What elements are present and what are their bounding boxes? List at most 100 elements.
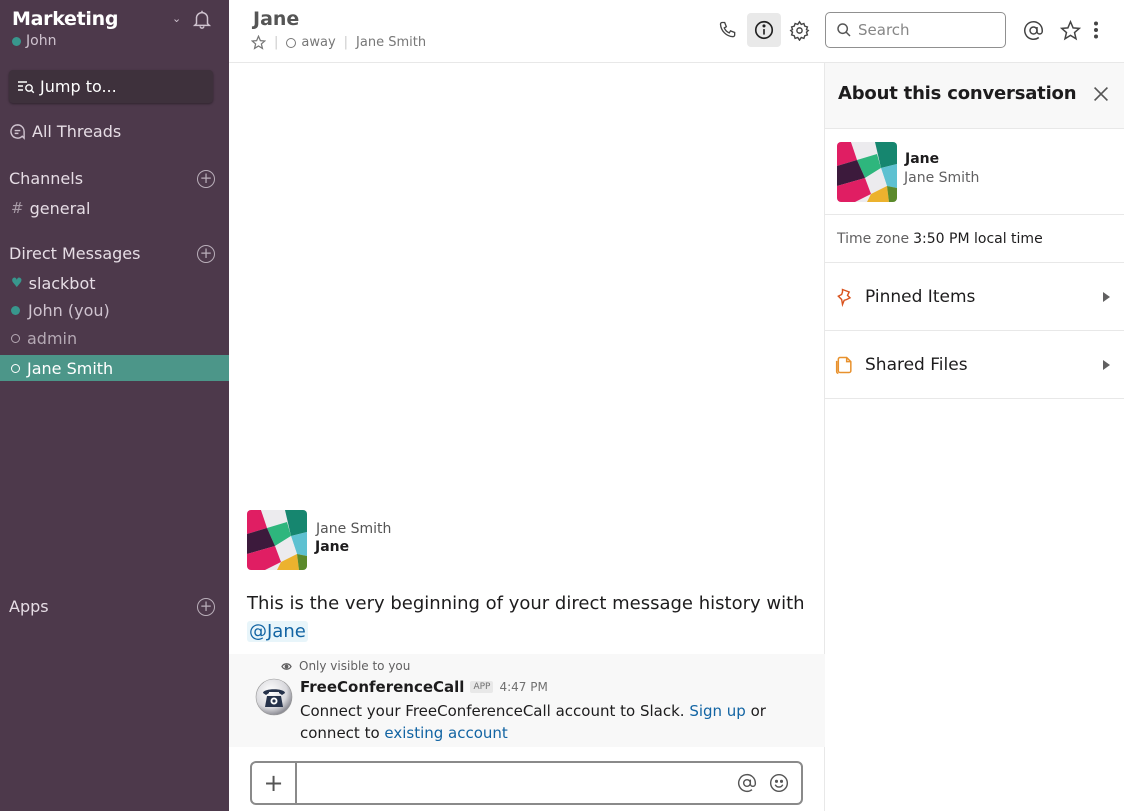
channels-section[interactable]: Channels + <box>9 169 215 188</box>
phone-icon <box>719 21 736 38</box>
conversation-details-panel: About this conversation Jane Jane Smith … <box>825 63 1124 811</box>
intro-text: This is the very beginning of your direc… <box>247 590 807 646</box>
bell-icon[interactable] <box>191 8 213 30</box>
conversation-details-button[interactable] <box>747 13 781 47</box>
divider: | <box>274 35 279 50</box>
star-icon[interactable] <box>251 35 266 50</box>
threads-icon <box>10 124 25 140</box>
sidebar-item-general[interactable]: # general <box>0 195 229 221</box>
dm-label: admin <box>27 328 78 348</box>
sidebar: Marketing ⌄ John Jump to... All Threads … <box>0 0 229 811</box>
channels-title[interactable]: Channels <box>9 169 83 188</box>
timezone-value: 3:50 PM local time <box>913 230 1043 247</box>
panel-title: About this conversation <box>838 83 1077 104</box>
online-status-icon <box>11 305 20 315</box>
intro-full-name[interactable]: Jane Smith <box>316 521 391 537</box>
intro-handle[interactable]: Jane <box>315 539 349 555</box>
jane-avatar[interactable] <box>837 142 897 202</box>
dm-label: Jane Smith <box>27 358 114 378</box>
bot-name-label[interactable]: FreeConferenceCall <box>300 678 464 696</box>
close-icon[interactable] <box>1090 83 1112 105</box>
dm-label: John (you) <box>28 300 110 320</box>
full-name-label: Jane Smith <box>356 35 427 50</box>
team-header[interactable]: Marketing ⌄ John <box>12 8 215 58</box>
profile-row[interactable]: Jane Jane Smith <box>825 129 1124 215</box>
timezone-label: Time zone <box>837 230 910 247</box>
info-icon <box>754 20 774 40</box>
jump-to-label: Jump to... <box>40 77 117 96</box>
add-channel-button[interactable]: + <box>197 169 215 188</box>
away-status-icon <box>11 363 20 373</box>
message-timestamp[interactable]: 4:47 PM <box>499 680 547 694</box>
current-user-name: John <box>26 33 57 49</box>
eye-icon <box>281 662 292 670</box>
ephemeral-message: Only visible to you FreeConferenceCall A… <box>229 654 825 747</box>
content-body: Jane Smith Jane This is the very beginni… <box>229 63 1124 811</box>
more-options-button[interactable] <box>1084 13 1108 47</box>
channel-label: general <box>29 198 91 218</box>
timezone-row: Time zone 3:50 PM local time <box>825 215 1124 263</box>
sidebar-item-slackbot[interactable]: ♥ slackbot <box>0 270 229 296</box>
chevron-down-icon[interactable]: ⌄ <box>172 12 181 25</box>
message-composer: + <box>250 761 803 805</box>
bot-message-text: Connect your FreeConferenceCall account … <box>300 700 810 744</box>
message-input[interactable] <box>297 763 731 803</box>
profile-handle[interactable]: Jane <box>905 151 939 167</box>
team-name[interactable]: Marketing <box>12 8 215 30</box>
starred-items-button[interactable] <box>1053 13 1087 47</box>
bot-name[interactable]: FreeConferenceCall APP 4:47 PM <box>300 678 548 696</box>
smiley-icon <box>769 773 789 793</box>
jump-search-icon <box>18 80 35 93</box>
gear-icon <box>789 19 809 41</box>
sidebar-item-john[interactable]: John (you) <box>0 297 229 323</box>
visibility-label: Only visible to you <box>299 659 411 673</box>
dm-title[interactable]: Direct Messages <box>9 244 140 263</box>
apps-section[interactable]: Apps + <box>9 597 215 616</box>
star-icon <box>1059 19 1081 40</box>
mention-button[interactable] <box>731 763 763 803</box>
search-input[interactable]: Search <box>825 12 1006 48</box>
away-status-icon <box>11 333 20 343</box>
channel-meta: | away | Jane Smith <box>251 35 426 50</box>
intro-text-body: This is the very beginning of your direc… <box>247 593 805 614</box>
current-user[interactable]: John <box>12 33 215 49</box>
freeconferencecall-avatar[interactable] <box>255 678 293 716</box>
existing-account-link[interactable]: existing account <box>384 724 507 742</box>
all-threads-link[interactable]: All Threads <box>9 122 215 141</box>
shared-files-section[interactable]: Shared Files <box>825 331 1124 399</box>
call-button[interactable] <box>711 13 745 47</box>
sign-up-link[interactable]: Sign up <box>689 702 746 720</box>
add-dm-button[interactable]: + <box>197 244 215 263</box>
presence-label: away <box>301 35 336 50</box>
hash-icon: # <box>11 199 24 217</box>
only-visible-note: Only visible to you <box>281 659 410 673</box>
profile-full-name: Jane Smith <box>904 170 980 186</box>
all-threads-label: All Threads <box>32 122 122 141</box>
settings-button[interactable] <box>782 13 816 47</box>
attach-button[interactable]: + <box>252 763 297 803</box>
add-app-button[interactable]: + <box>197 597 215 616</box>
mention-link[interactable]: @Jane <box>247 621 308 642</box>
pin-icon <box>837 287 852 307</box>
heart-icon: ♥ <box>11 275 23 291</box>
jump-to-button[interactable]: Jump to... <box>9 70 213 103</box>
sidebar-item-jane-smith[interactable]: Jane Smith <box>0 355 229 381</box>
pinned-items-section[interactable]: Pinned Items <box>825 263 1124 331</box>
sidebar-item-admin[interactable]: admin <box>0 325 229 351</box>
bot-text-before: Connect your FreeConferenceCall account … <box>300 702 690 720</box>
emoji-button[interactable] <box>763 763 795 803</box>
more-vertical-icon <box>1094 21 1098 39</box>
apps-title[interactable]: Apps <box>9 597 49 616</box>
channel-title[interactable]: Jane <box>253 8 299 30</box>
panel-header: About this conversation <box>825 63 1124 129</box>
dm-section[interactable]: Direct Messages + <box>9 244 215 263</box>
search-placeholder: Search <box>858 21 910 39</box>
channel-header: Jane | away | Jane Smith Search <box>229 0 1124 63</box>
away-status-icon <box>286 37 297 48</box>
pinned-items-label: Pinned Items <box>865 286 976 307</box>
at-icon <box>737 774 757 793</box>
files-icon <box>835 356 852 374</box>
divider: | <box>343 35 349 50</box>
mentions-button[interactable] <box>1016 13 1050 47</box>
jane-avatar[interactable] <box>247 510 307 570</box>
